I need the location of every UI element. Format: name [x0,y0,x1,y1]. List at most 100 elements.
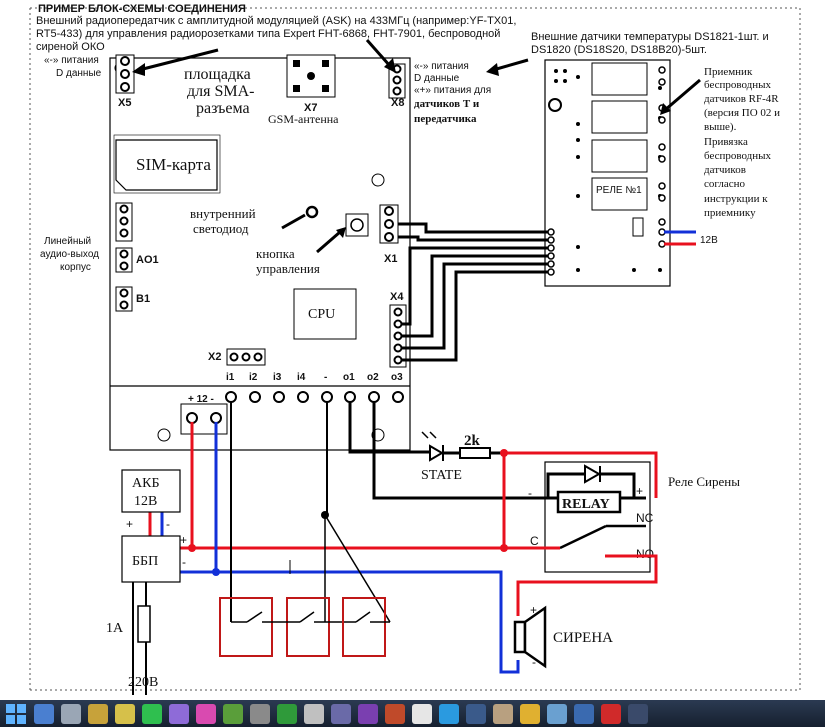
battery-label-2: 12В [134,494,157,509]
receiver-desc-3: датчиков RF-4R [704,93,779,105]
terminal-label-minus: - [324,372,327,383]
receiver-desc-8: датчиков [704,164,746,176]
connection-diagram: ПРИМЕР БЛОК-СХЕМЫ СОЕДИНЕНИЯ Внешний рад… [29,3,801,695]
vk-icon[interactable] [574,703,594,724]
header-line-1: Внешний радиопередатчик с амплитудной мо… [36,15,516,27]
x5-data-label: D данные [56,68,102,79]
x5-label: X5 [118,97,131,109]
prism-icon[interactable] [169,703,189,724]
terminal-label-i1: i1 [226,372,235,383]
media-icon[interactable] [358,703,378,724]
receiver-desc-5: выше). [704,121,737,133]
sma-label-line-2: для SMA- [187,83,255,100]
relay-nc-label: NC [636,511,654,525]
relay-minus: - [528,486,532,500]
tools-icon[interactable] [88,703,108,724]
internal-led-icon [305,205,319,219]
skype-icon[interactable] [439,703,459,724]
settings-icon[interactable] [547,703,567,724]
line-out-label-1: Линейный [44,236,91,247]
diagram-title: ПРИМЕР БЛОК-СХЕМЫ СОЕДИНЕНИЯ [38,3,246,15]
control-button-label-2: управления [256,261,320,276]
relay-label: RELAY [562,497,610,512]
sma-label-line-3: разъема [196,100,250,117]
input-switch-1 [219,597,273,657]
input-switch-2 [272,597,344,657]
sma-label-line-1: площадка [184,66,251,83]
flag-icon[interactable] [142,703,162,724]
x8-sensors-label: датчиков Т и [414,98,480,110]
battery-label-1: АКБ [132,476,160,491]
x5-power-label: «-» питания [44,55,99,66]
line-out-label-3: корпус [60,262,91,273]
explorer-icon[interactable] [34,703,54,724]
photo-icon[interactable] [385,703,405,724]
cpu-label: CPU [308,307,335,322]
start-icon[interactable] [6,703,26,724]
state-led-icon [421,431,444,462]
cursor-icon[interactable] [412,703,432,724]
header-line-2: RT5-433) для управления радиорозетками т… [36,28,500,40]
chip-icon[interactable] [331,703,351,724]
minecraft-icon[interactable] [223,703,243,724]
receiver-desc-10: инструкции к [704,193,768,205]
x1-label: X1 [384,253,397,265]
b1-label: B1 [136,293,150,305]
internal-led-label-2: светодиод [193,221,249,236]
receiver-desc-11: приемнику [704,207,756,219]
input-switch-3 [342,597,390,657]
receiver-supply-label: 12В [700,235,718,246]
folder-icon[interactable] [628,703,648,724]
terminal-label-o2: o2 [367,372,379,383]
relay-c-label: C [530,534,539,548]
siren-minus: - [532,655,536,669]
opera-icon[interactable] [601,703,621,724]
computer-icon[interactable] [61,703,81,724]
siren-label: СИРЕНА [553,630,613,646]
x8-plus-label: «+» питания для [414,85,491,96]
receiver-desc-1: Приемник [704,66,753,78]
xbox-icon[interactable] [277,703,297,724]
windows-taskbar [0,700,825,727]
line-out-label-2: аудио-выход [40,249,99,260]
receiver-desc-7: беспроводных [704,150,772,162]
fuse-1a [137,605,151,643]
puzzle-icon[interactable] [304,703,324,724]
ao1-label: AO1 [136,254,159,266]
app-icon[interactable] [493,703,513,724]
terminal-label-o1: o1 [343,372,355,383]
mains-label: 220В [128,675,158,690]
header-line-3: сиреной ОКО [36,41,105,53]
siren-relay-title: Реле Сирены [668,474,740,489]
relay-no-label: NO [636,547,654,561]
psu-label: ББП [132,554,158,569]
steam-icon[interactable] [466,703,486,724]
siren-plus: + [530,603,537,617]
resistor-label: 2k [464,433,481,449]
power-terminal-label: + 12 - [188,394,214,405]
resistor-2k [459,447,491,459]
internal-led-label-1: внутренний [190,206,256,221]
psu-plus: + [180,533,187,547]
sensors-line-2: DS1820 (DS18S20, DS18B20)-5шт. [531,44,707,56]
paint-icon[interactable] [196,703,216,724]
x2-label: X2 [208,351,221,363]
gsm-antenna-label: GSM-антенна [268,112,339,126]
control-button-label-1: кнопка [256,246,295,261]
terminal-label-i3: i3 [273,372,282,383]
terminal-label-o3: o3 [391,372,403,383]
x8-transmitter-label: передатчика [414,113,477,125]
receiver-desc-6: Привязка [704,136,748,148]
x8-power-label: «-» питания [414,61,469,72]
terminal-label-i2: i2 [249,372,258,383]
chrome-icon[interactable] [520,703,540,724]
relay-plus: + [636,484,643,498]
x4-label: X4 [390,291,404,303]
state-label: STATE [421,468,462,483]
psu-minus: - [182,555,186,569]
receiver-desc-4: (версия ПО 02 и [704,107,780,119]
diagram-page: ПРИМЕР БЛОК-СХЕМЫ СОЕДИНЕНИЯ Внешний рад… [0,0,825,700]
palette-icon[interactable] [115,703,135,724]
x8-label: X8 [391,97,404,109]
3d-icon[interactable] [250,703,270,724]
